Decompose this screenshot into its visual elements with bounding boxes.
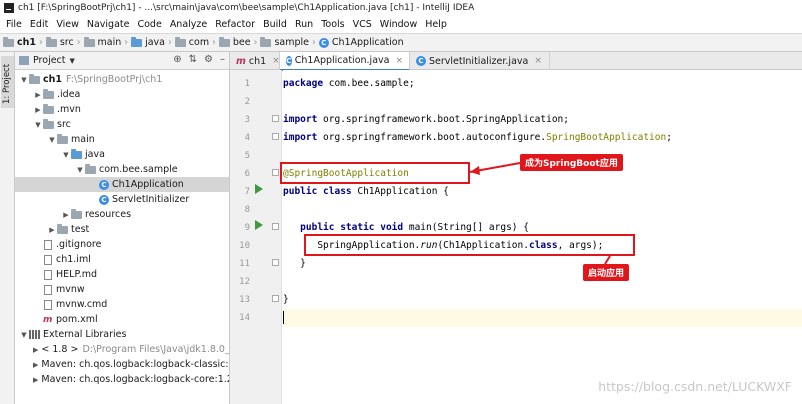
annotation-arrows bbox=[469, 162, 611, 265]
watermark: https://blog.csdn.net/LUCKWXF bbox=[598, 379, 792, 394]
annotation-arrow-2 bbox=[604, 255, 611, 265]
arrowhead bbox=[470, 166, 480, 175]
annotation-callout-run: 启动应用 bbox=[583, 264, 630, 281]
annotation-callout-springboot: 成为SpringBoot应用 bbox=[520, 154, 623, 171]
